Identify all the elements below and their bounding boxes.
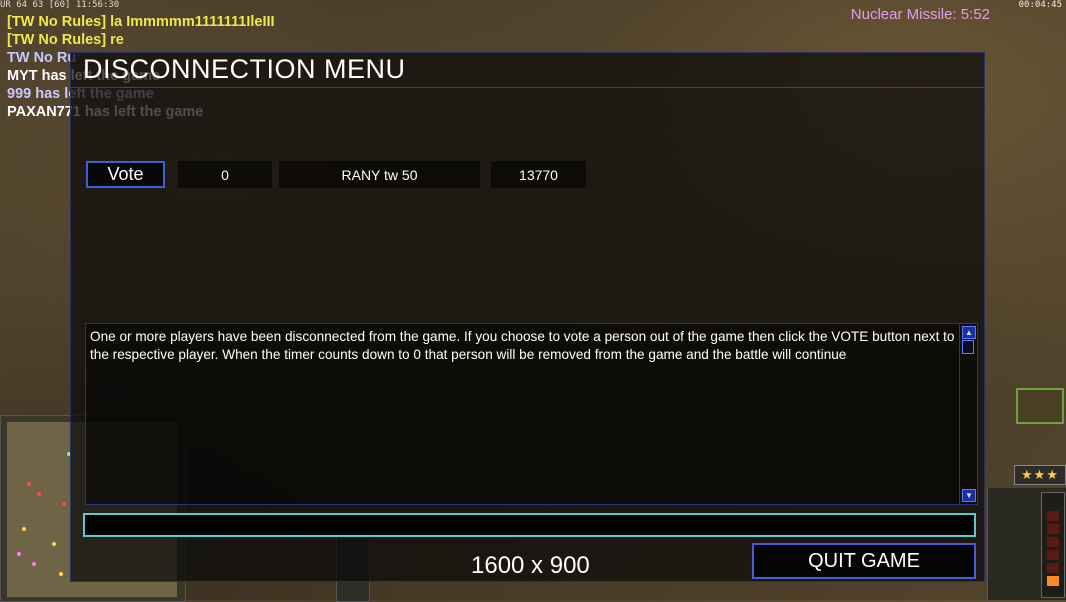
message-scrollbar[interactable]: ▲ ▼ [959,324,977,504]
chat-line: [TW No Rules] re [7,32,124,48]
power-segment [1047,524,1059,534]
message-text: One or more players have been disconnect… [90,329,955,362]
unit-marker [22,527,26,531]
hud-stats-line: UR 64 63 [60] 11:56:30 [0,0,120,10]
unit-marker [17,552,21,556]
chat-line: [TW No Rules] la Immmmm1111111IleIII [7,14,275,30]
disconnection-dialog: DISCONNECTION MENU Vote 0 RANY tw 50 137… [70,52,985,582]
unit-marker [62,502,66,506]
scroll-thumb[interactable] [962,340,974,354]
power-segment [1047,563,1059,573]
resolution-label: 1600 x 900 [471,552,590,579]
chat-input[interactable] [83,513,976,537]
superweapon-timer: Nuclear Missile: 5:52 [850,6,990,23]
message-box: One or more players have been disconnect… [85,323,978,505]
unit-marker [32,562,36,566]
vote-button[interactable]: Vote [86,161,165,188]
power-segment [1047,537,1059,547]
general-portrait[interactable] [1016,388,1064,424]
power-segment [1047,550,1059,560]
scroll-up-arrow-icon[interactable]: ▲ [962,326,976,339]
game-clock: 00:04:45 [1018,0,1062,10]
power-segment [1047,576,1059,586]
vote-count: 0 [178,161,272,188]
dialog-title: DISCONNECTION MENU [83,54,406,84]
unit-marker [27,482,31,486]
rank-stars: ★★★ [1014,465,1066,485]
dialog-title-bar: DISCONNECTION MENU [71,53,984,88]
player-row: Vote 0 RANY tw 50 13770 [71,161,984,189]
scroll-down-arrow-icon[interactable]: ▼ [962,489,976,502]
unit-marker [37,492,41,496]
player-name: RANY tw 50 [279,161,480,188]
player-timer: 13770 [491,161,586,188]
unit-marker [59,572,63,576]
unit-marker [52,542,56,546]
quit-game-button[interactable]: QUIT GAME [752,543,976,579]
power-meter [1041,492,1065,598]
power-segment [1047,511,1059,521]
